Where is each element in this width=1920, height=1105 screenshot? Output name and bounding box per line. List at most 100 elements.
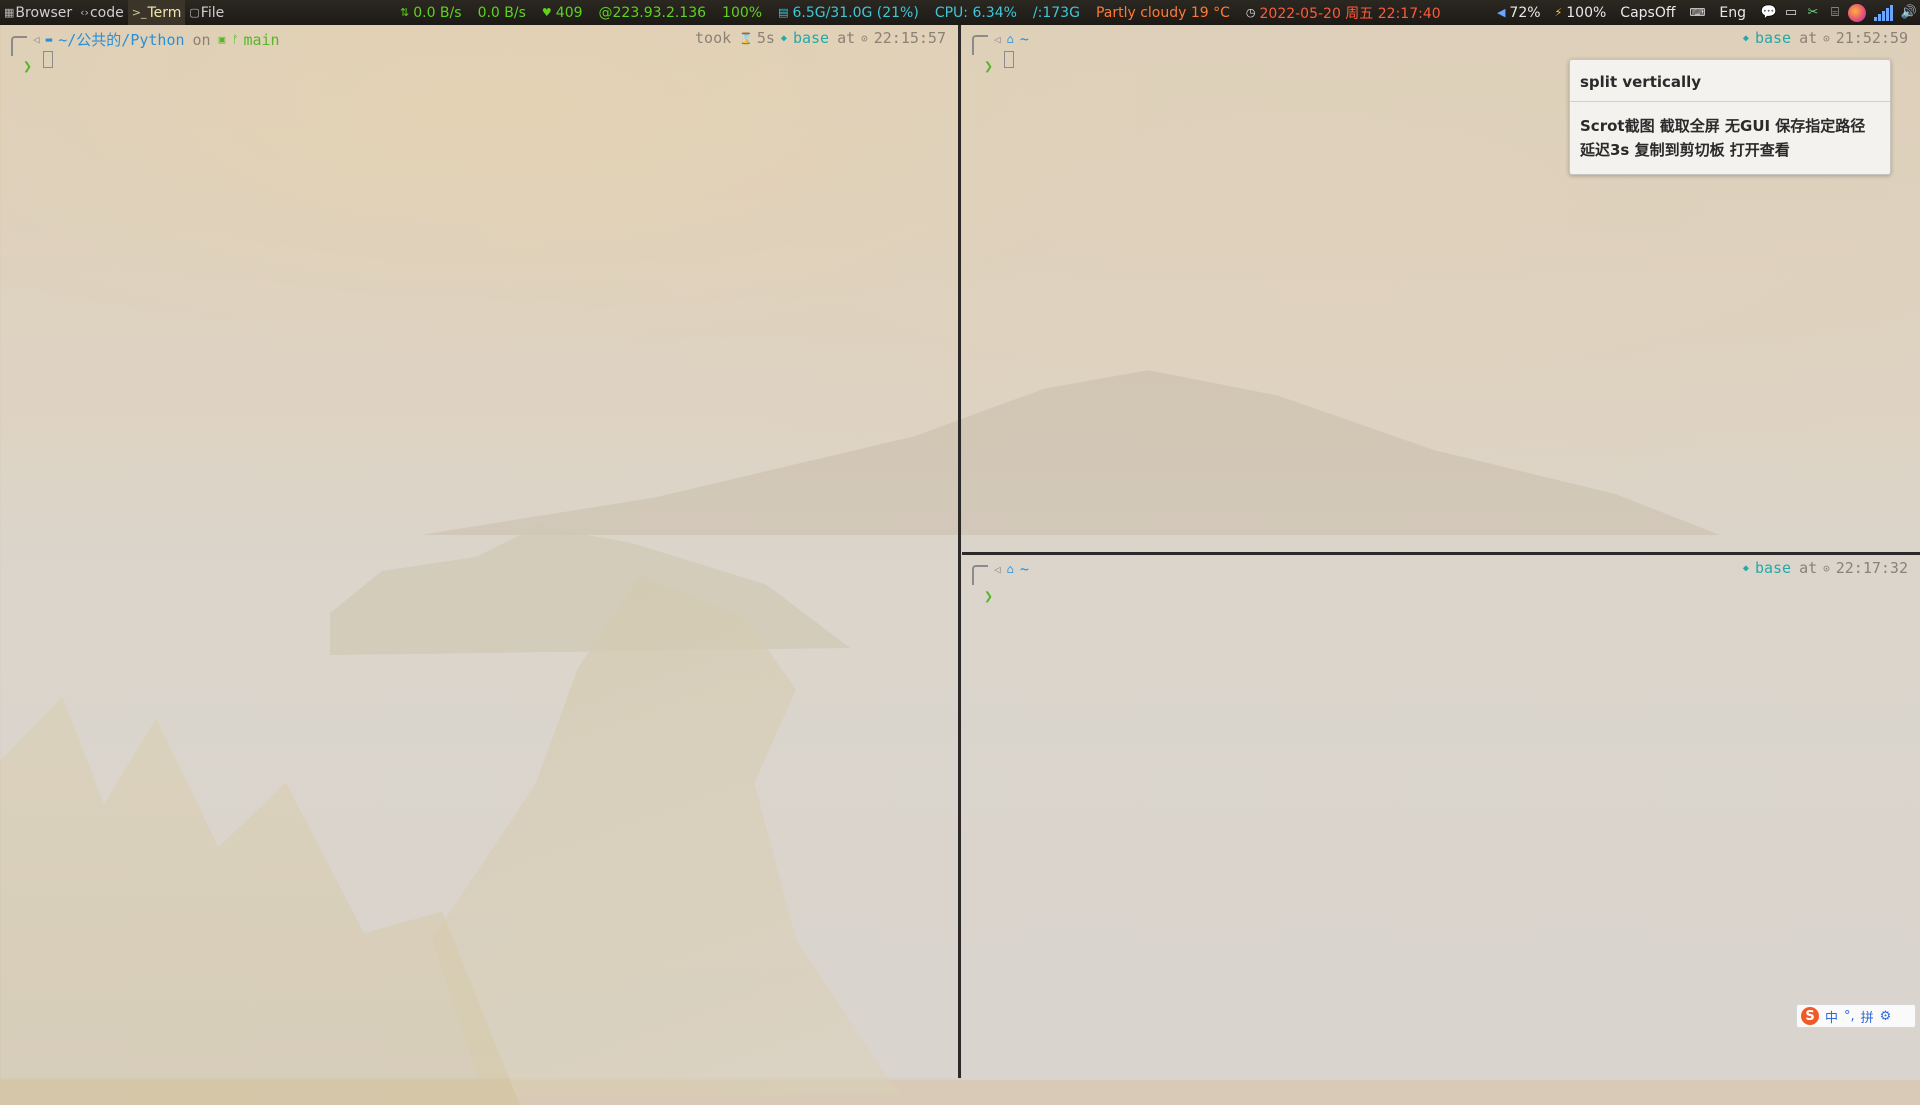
ime-layout[interactable]: 拼 [1861,1007,1874,1026]
clock-icon: ⊙ [861,31,868,45]
workspace-code[interactable]: ‹› code [76,0,128,25]
at-label: at [1799,29,1818,47]
workspace-browser[interactable]: ▦ Browser [0,0,76,25]
conda-env: base [1754,559,1792,577]
notification-body: Scrot截图 截取全屏 无GUI 保存指定路径 延迟3s 复制到剪切板 打开查… [1570,102,1890,162]
git-branch: main [243,30,280,49]
cwd-path: ~ [1019,30,1029,48]
chat-icon[interactable]: 💬 [1760,4,1778,22]
notification-line-2: 延迟3s 复制到剪切板 打开查看 [1580,141,1790,159]
clock-icon: ⊙ [1823,31,1830,45]
conda-env: base [792,29,830,47]
prompt-time: 21:52:59 [1835,29,1908,47]
sogou-logo-icon[interactable]: S [1801,1007,1819,1025]
right-prompt: took ⌛ 5s ◆ base at ⊙ 22:15:57 [695,29,946,47]
cwd-path: ~ [1019,560,1029,578]
ping-value: 409 [555,4,583,21]
memory-widget: ▤ 6.5G/31.0G (21%) [778,5,919,21]
right-prompt: ◆ base at ⊙ 21:52:59 [1737,29,1908,47]
disk-value: /:173G [1032,4,1080,21]
settings-gear-icon[interactable]: ⚙ [1880,1009,1892,1024]
ime-toolbar[interactable]: S 中 °, 拼 ⚙ [1796,1004,1916,1028]
file-icon: ▢ [189,6,200,19]
workspace-term[interactable]: >_ Term [127,0,186,25]
home-icon: ⌂ [1006,562,1014,576]
conda-icon: ◆ [1742,562,1749,574]
triangle-icon: ◁ [33,33,40,46]
prompt-line: ◁ ⌂ ~ [972,559,1029,585]
right-prompt: ◆ base at ⊙ 22:17:32 [1737,559,1908,577]
brightness-widget: 100% [722,5,762,21]
weather-widget[interactable]: Partly cloudy 19 °C [1096,5,1230,21]
keyboard-icon: ⌨ [1689,6,1706,19]
weather-value: Partly cloudy 19 °C [1095,4,1230,21]
datetime-value: 2022-05-20 周五 22:17:40 [1259,5,1441,22]
capslock-widget: CapsOff [1620,5,1675,21]
volume-tray-icon[interactable]: 🔊 [1900,4,1918,22]
conda-env: base [1754,29,1792,47]
scissors-icon[interactable]: ✂ [1804,4,1822,22]
disk-widget: /:173G [1033,5,1080,21]
workspace-label: Term [147,4,182,21]
laptop-icon[interactable]: ▭ [1782,4,1800,22]
tray-icons: 💬 ▭ ✂ ⌸ 🔊 [1760,3,1918,22]
status-widgets: ⇅ 0.0 B/s 0.0 B/s ♥ 409 @223.93.2.136 10… [400,0,1457,25]
battery-widget: ⚡ 100% [1555,5,1607,21]
firefox-icon[interactable] [1848,3,1866,22]
net-up-value: 0.0 B/s [413,4,462,21]
prompt-arrow-icon: ❯ [23,57,33,75]
cpu-value: CPU: 6.34% [934,4,1017,21]
input-method-icon[interactable]: ⌸ [1826,4,1844,22]
memory-icon: ▤ [778,6,789,19]
prompt-line: ◁ ▬ ~/公共的/Python on ▣ ᚠ main [11,29,280,56]
prompt-corner-icon [11,35,27,56]
net-down-widget: 0.0 B/s [478,5,526,21]
terminal-pane-left[interactable]: ◁ ▬ ~/公共的/Python on ▣ ᚠ main ❯ took ⌛ 5s… [1,25,961,1078]
capslock-value: CapsOff [1620,4,1676,21]
triangle-icon: ◁ [994,562,1001,576]
notification-title: split vertically [1570,60,1890,102]
browser-icon: ▦ [4,6,15,19]
keyboard-layout-value: Eng [1719,4,1746,21]
prompt-time: 22:15:57 [873,29,946,47]
heart-icon: ♥ [541,6,552,19]
at-label: at [837,29,856,47]
hourglass-icon: ⌛ [739,31,753,45]
net-speed-widget: ⇅ 0.0 B/s [400,5,462,21]
notification-line-1: Scrot截图 截取全屏 无GUI 保存指定路径 [1580,117,1866,135]
ime-mode-toggle[interactable]: 中 [1825,1007,1838,1026]
speaker-icon: ◀ [1496,6,1506,19]
prompt-time: 22:17:32 [1835,559,1908,577]
prompt-corner-icon [972,565,988,585]
system-tray: ◀ 72% ⚡ 100% CapsOff ⌨ Eng 💬 ▭ ✂ ⌸ 🔊 [1497,0,1920,25]
terminal-cursor [43,51,53,68]
on-label: on [192,30,211,49]
workspace-label: Browser [15,4,73,21]
workspace-file[interactable]: ▢ File [185,0,228,25]
ip-value: @223.93.2.136 [598,4,707,21]
volume-widget[interactable]: ◀ 72% [1497,5,1541,21]
ime-punct-toggle[interactable]: °, [1844,1009,1855,1024]
git-icon: ▣ ᚠ [218,33,239,46]
code-icon: ‹› [80,6,89,19]
terminal-cursor [1004,51,1014,68]
conda-icon: ◆ [1742,32,1749,44]
terminal-pane-bottom-right[interactable]: ◁ ⌂ ~ ❯ ◆ base at ⊙ 22:17:32 [962,555,1920,1080]
terminal-icon: >_ [131,6,147,19]
prompt-corner-icon [972,35,988,55]
ping-widget: ♥ 409 [542,5,583,21]
cwd-path: ~/公共的/Python [58,31,185,49]
cpu-widget: CPU: 6.34% [935,5,1017,21]
clock-icon: ⊙ [1823,561,1830,575]
wifi-signal-icon[interactable] [1870,4,1896,22]
volume-value: 72% [1509,4,1541,21]
workspace-label: File [200,4,225,21]
folder-icon: ▬ [45,33,53,46]
home-icon: ⌂ [1006,32,1014,46]
clock-widget[interactable]: ◷ 2022-05-20 周五 22:17:40 [1246,3,1441,23]
keyboard-widget[interactable]: ⌨ Eng [1690,5,1747,21]
lightning-icon: ⚡ [1554,6,1563,19]
notification-popup[interactable]: split vertically Scrot截图 截取全屏 无GUI 保存指定路… [1569,59,1891,175]
prompt-arrow-icon: ❯ [984,57,994,75]
net-down-value: 0.0 B/s [477,4,526,21]
